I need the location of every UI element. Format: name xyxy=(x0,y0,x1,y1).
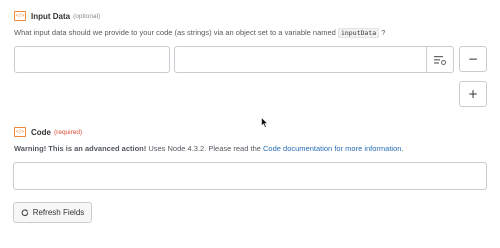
required-badge: (required) xyxy=(54,128,83,136)
refresh-fields-label: Refresh Fields xyxy=(32,208,85,217)
list-gear-icon[interactable] xyxy=(426,47,453,72)
input-data-help-end: ? xyxy=(381,28,386,37)
optional-badge: (optional) xyxy=(73,12,101,20)
input-data-help: What input data should we provide to you… xyxy=(14,28,386,38)
remove-row-button[interactable]: − xyxy=(459,46,487,72)
input-data-value-field[interactable] xyxy=(174,46,454,73)
code-field[interactable] xyxy=(13,162,487,190)
code-warning: Warning! This is an advanced action! xyxy=(14,144,147,153)
refresh-icon xyxy=(21,209,29,217)
code-documentation-link[interactable]: Code documentation for more information xyxy=(263,144,401,153)
code-help-text: Uses Node 4.3.2. Please read the xyxy=(148,144,261,153)
code-icon: </> xyxy=(14,11,26,21)
input-data-key-field[interactable] xyxy=(14,46,170,73)
code-icon: </> xyxy=(14,127,26,137)
input-data-header: </> Input Data (optional) xyxy=(14,11,100,21)
add-row-button[interactable]: + xyxy=(459,81,487,107)
code-help-end: . xyxy=(401,144,404,153)
code-help: Warning! This is an advanced action! Use… xyxy=(14,144,404,153)
refresh-fields-button[interactable]: Refresh Fields xyxy=(13,202,92,223)
input-data-help-text: What input data should we provide to you… xyxy=(14,28,336,37)
code-title: Code xyxy=(31,127,51,137)
input-data-title: Input Data xyxy=(31,11,71,21)
code-header: </> Code (required) xyxy=(14,127,82,137)
input-data-variable: inputData xyxy=(337,28,380,38)
mouse-cursor-icon xyxy=(261,117,269,128)
